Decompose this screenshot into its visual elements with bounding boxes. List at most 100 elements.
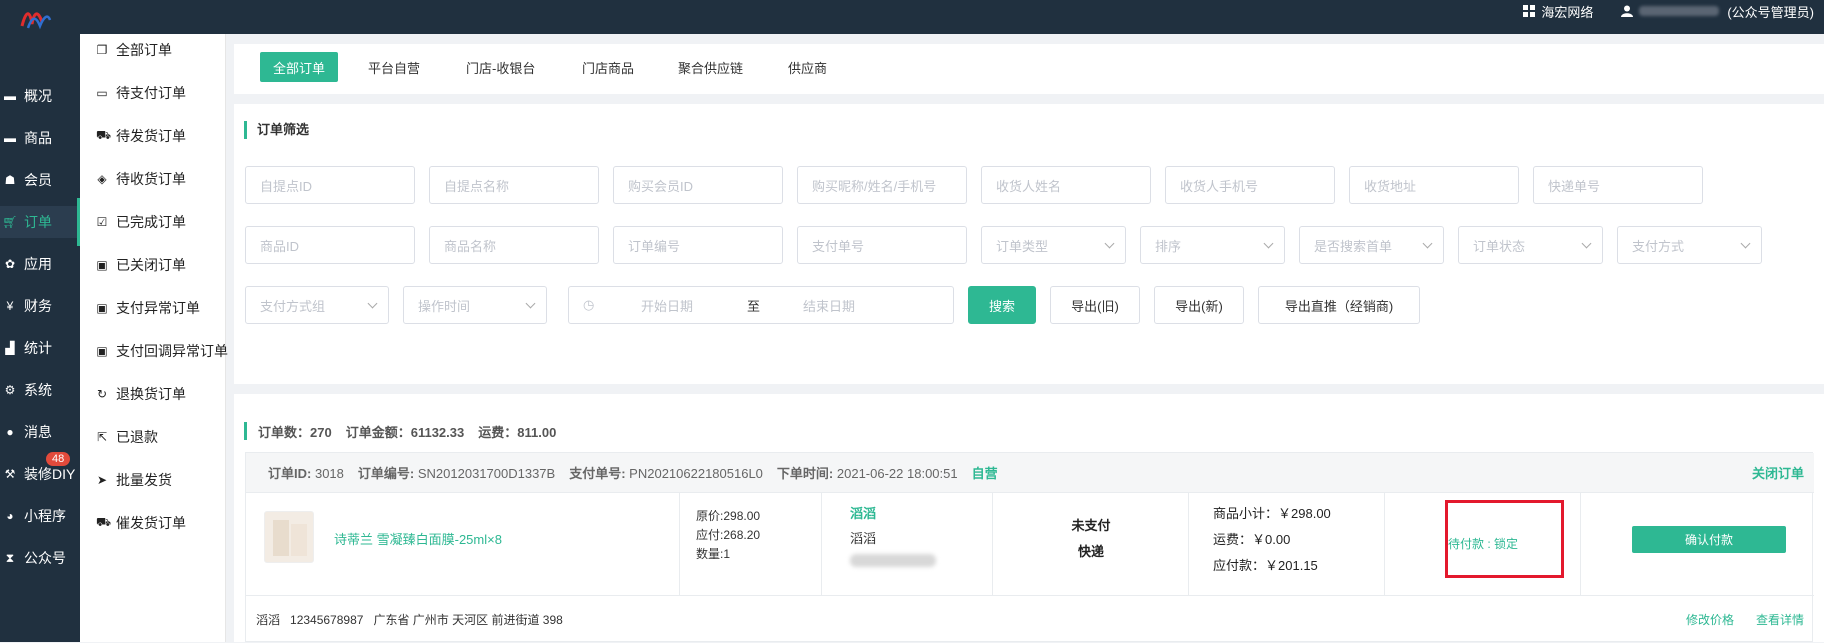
tab-platform-self[interactable]: 平台自营 <box>368 52 420 82</box>
nav-item-goods[interactable]: ▬ 商品 <box>0 122 80 154</box>
price-original: 298.00 <box>723 509 761 523</box>
order-amount: 61132.33 <box>410 425 465 440</box>
operation-time-select[interactable]: 操作时间 <box>403 286 547 324</box>
cart-icon: 🛒︎ <box>2 215 18 229</box>
nav-item-members[interactable]: ☗ 会员 <box>0 164 80 196</box>
address-input[interactable]: 收货地址 <box>1349 166 1519 204</box>
nav-item-apps[interactable]: ✿ 应用 <box>0 248 80 280</box>
main-sidebar: ▬ 概况 ▬ 商品 ☗ 会员 🛒︎ 订单 ✿ 应用 ¥ 财务 ▟ 统计 ⚙ 系统 ● 消息 ⚒ 装修… <box>0 34 80 642</box>
close-order-link[interactable]: 关闭订单 <box>1752 463 1804 482</box>
self-operated-tag: 自营 <box>971 466 998 481</box>
user-menu[interactable]: (公众号管理员) <box>1621 2 1814 21</box>
subnav-payment-exception[interactable]: ▣ 支付异常订单 <box>96 298 200 318</box>
order-card: 订单ID: 3018 订单编号: SN2012031700D1337B 支付单号… <box>245 452 1814 642</box>
product-thumbnail[interactable] <box>264 511 314 563</box>
first-order-select[interactable]: 是否搜索首单 <box>1299 226 1444 264</box>
pickup-id-input[interactable]: 自提点ID <box>245 166 415 204</box>
subnav-pending-shipment[interactable]: ⛟ 待发货订单 <box>96 126 186 146</box>
buyer-search-input[interactable]: 购买昵称/姓名/手机号 <box>797 166 967 204</box>
tab-all-orders[interactable]: 全部订单 <box>260 52 339 82</box>
order-type-select[interactable]: 订单类型 <box>981 226 1126 264</box>
gears-icon: ⚙ <box>4 383 16 397</box>
goods-icon: ▬ <box>4 131 16 145</box>
pay-method-select[interactable]: 支付方式 <box>1617 226 1762 264</box>
subnav-callback-exception[interactable]: ▣ 支付回调异常订单 <box>96 341 228 361</box>
pay-sn-input[interactable]: 支付单号 <box>797 226 967 264</box>
nav-item-official-account[interactable]: ⧗ 公众号 <box>0 542 80 574</box>
nav-item-finance[interactable]: ¥ 财务 <box>0 290 80 322</box>
receiver-name-input[interactable]: 收货人姓名 <box>981 166 1151 204</box>
stats-marker <box>244 422 247 440</box>
pay-method-group-select[interactable]: 支付方式组 <box>245 286 389 324</box>
subnav-refunded[interactable]: ⇱ 已退款 <box>96 427 158 447</box>
nav-item-system[interactable]: ⚙ 系统 <box>0 374 80 406</box>
sort-select[interactable]: 排序 <box>1140 226 1285 264</box>
logo[interactable] <box>18 6 52 30</box>
freight-total: 811.00 <box>517 425 557 440</box>
tracking-number-input[interactable]: 快递单号 <box>1533 166 1703 204</box>
subnav-urge-shipment[interactable]: ⛟ 催发货订单 <box>96 513 186 533</box>
date-end: 结束日期 <box>803 298 856 314</box>
modify-price-link[interactable]: 修改价格 <box>1686 611 1734 628</box>
subnav-completed[interactable]: ☑ 已完成订单 <box>96 212 186 232</box>
chat-icon: ● <box>6 425 14 439</box>
export-old-button[interactable]: 导出(旧) <box>1050 286 1140 324</box>
nav-item-messages[interactable]: ● 消息 <box>0 416 80 448</box>
site-switcher[interactable]: 海宏网络 <box>1523 2 1593 21</box>
nav-item-stats[interactable]: ▟ 统计 <box>0 332 80 364</box>
apps-icon: ✿ <box>4 257 16 271</box>
price-cell: 原价:298.00 应付:268.20 数量:1 <box>680 493 822 595</box>
order-sn-input[interactable]: 订单编号 <box>613 226 783 264</box>
wechat-icon: ◕ <box>6 509 14 523</box>
tab-store-cashier[interactable]: 门店-收银台 <box>466 52 535 82</box>
buyer-phone-redacted <box>850 554 936 567</box>
order-card-header: 订单ID: 3018 订单编号: SN2012031700D1337B 支付单号… <box>246 453 1814 493</box>
nav-item-miniprogram[interactable]: ◕ 小程序 <box>0 500 80 532</box>
pay-status: 未支付 <box>1071 518 1111 533</box>
order-sn: SN2012031700D1337B <box>417 466 556 481</box>
goods-name-input[interactable]: 商品名称 <box>429 226 599 264</box>
truck-icon: ⛟ <box>96 128 112 142</box>
tab-supplier[interactable]: 供应商 <box>788 52 827 82</box>
confirm-payment-button[interactable]: 确认付款 <box>1632 526 1786 553</box>
buyer-cell: 滔滔 滔滔 <box>822 493 993 595</box>
order-id: 3018 <box>314 466 344 481</box>
order-count: 270 <box>310 425 332 440</box>
export-new-button[interactable]: 导出(新) <box>1154 286 1244 324</box>
address-name: 滔滔 <box>256 613 281 627</box>
order-sub-sidebar: ❐ 全部订单 ▭ 待支付订单 ⛟ 待发货订单 ◈ 待收货订单 ☑ 已完成订单 ▣ 已关闭订单… <box>80 34 228 642</box>
top-bar: 海宏网络 (公众号管理员) <box>0 0 1824 34</box>
subnav-pending-receipt[interactable]: ◈ 待收货订单 <box>96 169 186 189</box>
member-id-input[interactable]: 购买会员ID <box>613 166 783 204</box>
subnav-all-orders[interactable]: ❐ 全部订单 <box>96 40 172 60</box>
goods-id-input[interactable]: 商品ID <box>245 226 415 264</box>
product-name-link[interactable]: 诗蒂兰 雪凝臻白面膜-25ml×8 <box>334 529 502 548</box>
user-role: (公众号管理员) <box>1727 4 1814 20</box>
yen-icon: ¥ <box>6 299 14 313</box>
date-range-picker[interactable]: ◷ 开始日期 至 结束日期 <box>568 286 954 324</box>
tab-store-goods[interactable]: 门店商品 <box>582 52 634 82</box>
tab-aggregate-supply[interactable]: 聚合供应链 <box>678 52 743 82</box>
subnav-returns[interactable]: ↻ 退换货订单 <box>96 384 186 404</box>
nav-item-overview[interactable]: ▬ 概况 <box>0 80 80 112</box>
receiver-phone-input[interactable]: 收货人手机号 <box>1165 166 1335 204</box>
check-square-icon: ☑ <box>96 215 108 229</box>
subnav-batch-ship[interactable]: ➤ 批量发货 <box>96 470 172 490</box>
status-highlight-box <box>1445 500 1564 578</box>
clock-icon: ◷ <box>583 297 595 312</box>
delivery-method: 快递 <box>1077 544 1104 559</box>
subnav-closed[interactable]: ▣ 已关闭订单 <box>96 255 186 275</box>
grid-icon <box>1523 5 1536 17</box>
nav-item-orders[interactable]: 🛒︎ 订单 <box>0 198 80 246</box>
amount-cell: 商品小计：￥298.00 运费：￥0.00 应付款：￥201.15 <box>1189 493 1385 595</box>
view-detail-link[interactable]: 查看详情 <box>1756 611 1804 628</box>
refresh-icon: ↻ <box>96 387 108 401</box>
pickup-name-input[interactable]: 自提点名称 <box>429 166 599 204</box>
export-direct-button[interactable]: 导出直推（经销商) <box>1258 286 1420 324</box>
amount-payable: ￥201.15 <box>1265 558 1318 573</box>
order-status-select[interactable]: 订单状态 <box>1458 226 1603 264</box>
search-button[interactable]: 搜索 <box>968 286 1036 324</box>
buyer-link[interactable]: 滔滔 <box>850 503 876 522</box>
site-name: 海宏网络 <box>1541 4 1594 20</box>
subnav-pending-payment[interactable]: ▭ 待支付订单 <box>96 83 186 103</box>
